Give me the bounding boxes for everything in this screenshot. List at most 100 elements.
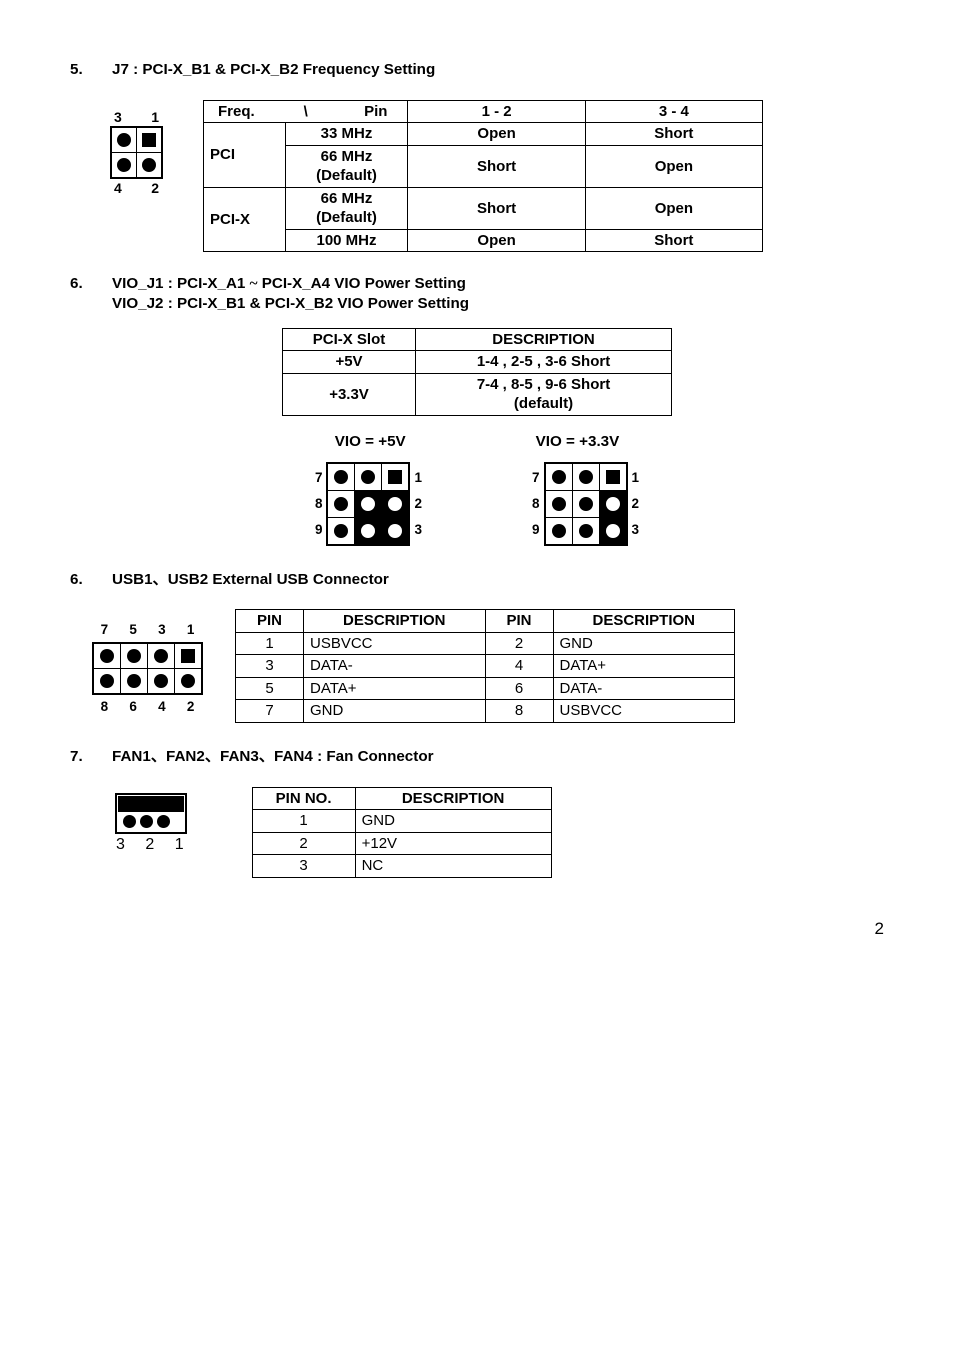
section-7-title: 7. FAN1、FAN2、FAN3、FAN4 : Fan Connector <box>70 747 884 767</box>
col-pin: PIN <box>485 610 553 633</box>
pin-circle-icon <box>579 470 593 484</box>
pin-label: 1 <box>414 469 422 487</box>
table-cell: DATA- <box>553 677 735 700</box>
table-cell: Open <box>408 123 585 146</box>
col-desc: DESCRIPTION <box>355 787 551 810</box>
section-title-text: VIO_J2 : PCI-X_B1 & PCI-X_B2 VIO Power S… <box>112 294 469 314</box>
fan-pin-labels: 3 2 1 <box>110 835 192 856</box>
table-cell: Short <box>408 187 585 229</box>
pin-circle-icon <box>181 674 195 688</box>
pin-label: 3 <box>632 521 640 539</box>
pin-label: 2 <box>414 495 422 513</box>
fan-connector-diagram: 3 2 1 <box>110 793 192 856</box>
table-cell: +12V <box>355 832 551 855</box>
table-cell: Short <box>585 229 762 252</box>
col-pin: PIN <box>236 610 304 633</box>
section-5-title: 5. J7 : PCI-X_B1 & PCI-X_B2 Frequency Se… <box>70 60 884 80</box>
table-cell: GND <box>553 632 735 655</box>
section-num: 7. <box>70 747 94 767</box>
pin-circle-icon <box>140 815 153 828</box>
pin-circle-icon <box>100 649 114 663</box>
col-desc: DESCRIPTION <box>416 328 672 351</box>
table-cell: 2 <box>252 832 355 855</box>
section-num: 6. <box>70 274 94 314</box>
pin-label: 5 <box>129 621 137 639</box>
pin-circle-icon <box>334 470 348 484</box>
table-cell: Short <box>408 145 585 187</box>
table-cell: 33 MHz <box>285 123 408 146</box>
table-cell: 6 <box>485 677 553 700</box>
fan-pin-table: PIN NO. DESCRIPTION 1 GND 2 +12V 3 NC <box>252 787 552 878</box>
table-cell: 3 <box>252 855 355 878</box>
pin1-square-icon <box>388 470 402 484</box>
pin-label: 6 <box>129 698 137 716</box>
pin-circle-icon <box>123 815 136 828</box>
j7-jumper-diagram: 3 1 4 2 <box>110 108 163 197</box>
pin1-square-icon <box>142 133 156 147</box>
vio-5v-label: VIO = +5V <box>335 432 406 452</box>
table-cell: 2 <box>485 632 553 655</box>
table-cell: 1 <box>236 632 304 655</box>
pin-label: 3 <box>114 108 122 126</box>
pin-label: 4 <box>114 179 122 197</box>
pin-label: 2 <box>187 698 195 716</box>
table-cell: GND <box>355 810 551 833</box>
section-title-text: VIO_J1 : PCI-X_A1 ~ PCI-X_A4 VIO Power S… <box>112 274 469 294</box>
pin-label: 1 <box>187 621 195 639</box>
pin-label: 3 <box>414 521 422 539</box>
vio-5v-jumper: 7 8 9 1 2 3 <box>315 462 422 546</box>
pin-label: 2 <box>632 495 640 513</box>
usb-pin-table: PIN DESCRIPTION PIN DESCRIPTION 1 USBVCC… <box>235 609 735 723</box>
pin-circle-icon <box>388 497 402 511</box>
pin-label: 8 <box>315 495 323 513</box>
pin-circle-icon <box>606 524 620 538</box>
col-3-4: 3 - 4 <box>585 100 762 123</box>
table-cell: DATA- <box>304 655 486 678</box>
col-desc: DESCRIPTION <box>304 610 486 633</box>
col-1-2: 1 - 2 <box>408 100 585 123</box>
pin-circle-icon <box>334 524 348 538</box>
section-6b-title: 6. USB1、USB2 External USB Connector <box>70 570 884 590</box>
pin-circle-icon <box>388 524 402 538</box>
section-num: 6. <box>70 570 94 590</box>
table-cell: Short <box>585 123 762 146</box>
table-cell: 66 MHz(Default) <box>285 145 408 187</box>
pin-label: 7 <box>532 469 540 487</box>
pin-circle-icon <box>552 497 566 511</box>
table-cell: 1 <box>252 810 355 833</box>
table-cell: +3.3V <box>283 373 416 415</box>
pin-circle-icon <box>334 497 348 511</box>
page-number: 2 <box>70 918 884 940</box>
table-cell: 1-4 , 2-5 , 3-6 Short <box>416 351 672 374</box>
table-cell: 4 <box>485 655 553 678</box>
table-cell: 7 <box>236 700 304 723</box>
pin-circle-icon <box>606 497 620 511</box>
pin-circle-icon <box>154 674 168 688</box>
pin-circle-icon <box>117 133 131 147</box>
table-cell: 3 <box>236 655 304 678</box>
pin-circle-icon <box>117 158 131 172</box>
table-cell: USBVCC <box>304 632 486 655</box>
pin-circle-icon <box>361 470 375 484</box>
pin-circle-icon <box>154 649 168 663</box>
pin-label: 8 <box>101 698 109 716</box>
pin-header: Pin <box>364 102 401 122</box>
vio-33v-jumper: 7 8 9 1 2 3 <box>532 462 639 546</box>
table-cell: DATA+ <box>553 655 735 678</box>
j7-frequency-table: Freq. \ Pin 1 - 2 3 - 4 PCI 33 MHz Open … <box>203 100 763 253</box>
pin-circle-icon <box>127 674 141 688</box>
pin-label: 1 <box>151 108 159 126</box>
table-cell: GND <box>304 700 486 723</box>
table-cell: PCI-X <box>204 187 286 252</box>
pin1-square-icon <box>606 470 620 484</box>
pin-label: 7 <box>315 469 323 487</box>
table-cell: 5 <box>236 677 304 700</box>
section-num: 5. <box>70 60 94 80</box>
pin-circle-icon <box>579 524 593 538</box>
col-slot: PCI-X Slot <box>283 328 416 351</box>
pin-circle-icon <box>579 497 593 511</box>
col-pin: PIN NO. <box>252 787 355 810</box>
vio-table: PCI-X Slot DESCRIPTION +5V 1-4 , 2-5 , 3… <box>282 328 672 416</box>
pin-circle-icon <box>142 158 156 172</box>
table-cell: 7-4 , 8-5 , 9-6 Short(default) <box>416 373 672 415</box>
